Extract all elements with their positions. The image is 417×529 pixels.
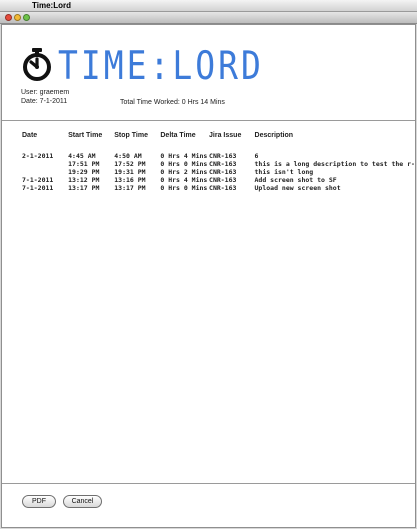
- cell-jira-issue: CNR-163: [209, 176, 237, 184]
- stopwatch-icon: [23, 48, 51, 81]
- table-header-row: Date Start Time Stop Time Delta Time Jir…: [22, 132, 415, 146]
- cell-stop-time: 13:17 PM: [114, 184, 146, 192]
- time-log-table: Date Start Time Stop Time Delta Time Jir…: [22, 132, 415, 192]
- menu-bar: Time:Lord: [0, 0, 417, 12]
- cell-date: 2-1-2011: [22, 152, 54, 160]
- cell-stop-time: 13:16 PM: [114, 176, 146, 184]
- table-row: 7-1-2011 13:17 PM 13:17 PM 0 Hrs 0 Mins …: [22, 184, 415, 192]
- table-row: 19:29 PM 19:31 PM 0 Hrs 2 Mins CNR-163 t…: [22, 168, 415, 176]
- cell-delta-time: 0 Hrs 2 Mins: [160, 168, 208, 176]
- pdf-button[interactable]: PDF: [22, 495, 56, 508]
- cell-description: this is a long description to test the r…: [254, 160, 415, 168]
- column-header-stop-time: Stop Time: [114, 132, 148, 139]
- cell-description: Upload new screen shot: [254, 184, 341, 192]
- column-header-jira-issue: Jira Issue: [209, 132, 242, 139]
- total-time-label: Total Time Worked: 0 Hrs 14 Mins: [120, 99, 225, 106]
- table-row: 17:51 PM 17:52 PM 0 Hrs 0 Mins CNR-163 t…: [22, 160, 415, 168]
- cell-start-time: 17:51 PM: [68, 160, 100, 168]
- cell-start-time: 4:45 AM: [68, 152, 96, 160]
- app-logo-text: TIME:LORD: [58, 42, 264, 89]
- cell-jira-issue: CNR-163: [209, 168, 237, 176]
- close-window-button[interactable]: [5, 14, 12, 21]
- cell-description: this isn't long: [254, 168, 314, 176]
- cell-stop-time: 19:31 PM: [114, 168, 146, 176]
- user-label: User: graemem: [21, 89, 70, 96]
- cell-jira-issue: CNR-163: [209, 160, 237, 168]
- column-header-start-time: Start Time: [68, 132, 103, 139]
- cell-date: 7-1-2011: [22, 176, 54, 184]
- cell-jira-issue: CNR-163: [209, 184, 237, 192]
- window-titlebar[interactable]: [0, 12, 417, 24]
- cell-date: [22, 168, 68, 176]
- cell-start-time: 19:29 PM: [68, 168, 100, 176]
- cancel-button[interactable]: Cancel: [63, 495, 102, 508]
- cell-description: Add screen shot to SF: [254, 176, 337, 184]
- footer-divider: [2, 483, 415, 484]
- cell-delta-time: 0 Hrs 4 Mins: [160, 176, 208, 184]
- cell-date: 7-1-2011: [22, 184, 54, 192]
- cell-jira-issue: CNR-163: [209, 152, 237, 160]
- table-row: 7-1-2011 13:12 PM 13:16 PM 0 Hrs 4 Mins …: [22, 176, 415, 184]
- cell-delta-time: 0 Hrs 4 Mins: [160, 152, 208, 160]
- table-row: 2-1-2011 4:45 AM 4:50 AM 0 Hrs 4 Mins CN…: [22, 152, 415, 160]
- cell-start-time: 13:12 PM: [68, 176, 100, 184]
- cell-start-time: 13:17 PM: [68, 184, 100, 192]
- cell-delta-time: 0 Hrs 0 Mins: [160, 184, 208, 192]
- header-divider: [2, 120, 415, 121]
- column-header-delta-time: Delta Time: [160, 132, 196, 139]
- app-menu[interactable]: Time:Lord: [32, 0, 71, 11]
- cell-stop-time: 4:50 AM: [114, 152, 142, 160]
- minimize-window-button[interactable]: [14, 14, 21, 21]
- cell-date: [22, 160, 68, 168]
- cell-delta-time: 0 Hrs 0 Mins: [160, 160, 208, 168]
- column-header-description: Description: [254, 132, 294, 139]
- cell-description: 6: [254, 152, 259, 160]
- report-window: TIME:LORD User: graemem Date: 7-1-2011 T…: [1, 24, 416, 528]
- column-header-date: Date: [22, 132, 38, 139]
- date-label: Date: 7-1-2011: [21, 98, 68, 105]
- cell-stop-time: 17:52 PM: [114, 160, 146, 168]
- zoom-window-button[interactable]: [23, 14, 30, 21]
